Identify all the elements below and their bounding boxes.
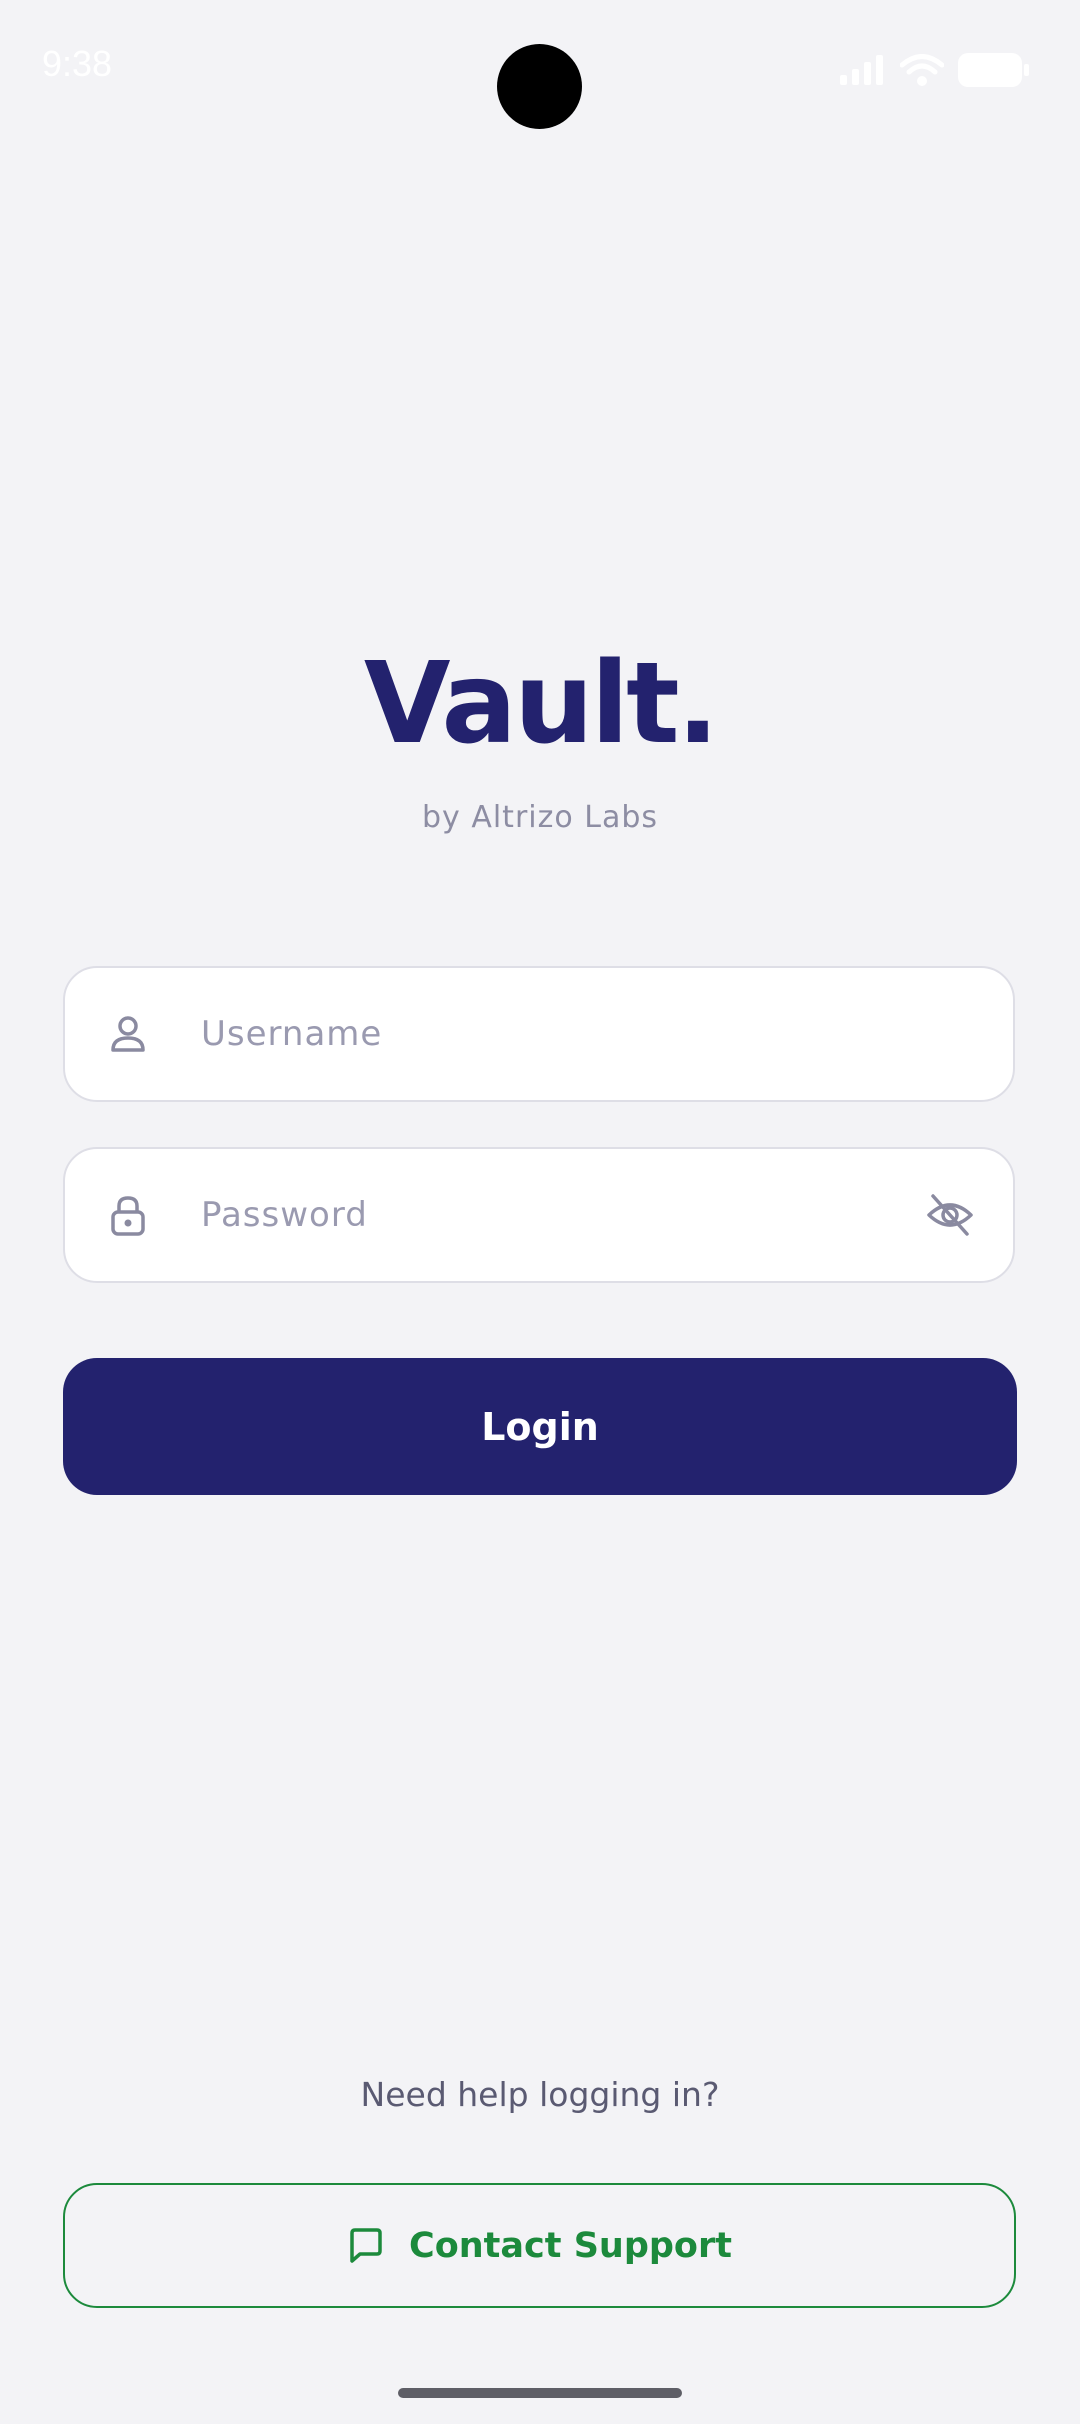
battery-icon: [958, 53, 1030, 87]
login-button[interactable]: Login: [63, 1358, 1017, 1495]
chat-bubble-icon: [347, 2227, 385, 2265]
wifi-icon: [900, 54, 944, 86]
lock-icon: [107, 1194, 149, 1236]
app-title: Vault.: [363, 639, 719, 769]
signal-icon: [840, 55, 886, 85]
home-indicator[interactable]: [398, 2388, 682, 2398]
eye-off-icon[interactable]: [925, 1190, 975, 1240]
help-text: Need help logging in?: [360, 2075, 720, 2114]
front-camera-cutout: [497, 44, 582, 129]
contact-support-button[interactable]: Contact Support: [63, 2183, 1016, 2308]
username-input[interactable]: [201, 968, 903, 1100]
app-subtitle: by Altrizo Labs: [421, 800, 659, 835]
password-input[interactable]: [201, 1149, 903, 1281]
contact-support-label: Contact Support: [409, 2225, 732, 2266]
password-field[interactable]: [63, 1147, 1015, 1283]
user-icon: [107, 1013, 149, 1055]
status-time: 9:38: [42, 43, 113, 84]
status-icons: [840, 52, 1030, 88]
username-field[interactable]: [63, 966, 1015, 1102]
